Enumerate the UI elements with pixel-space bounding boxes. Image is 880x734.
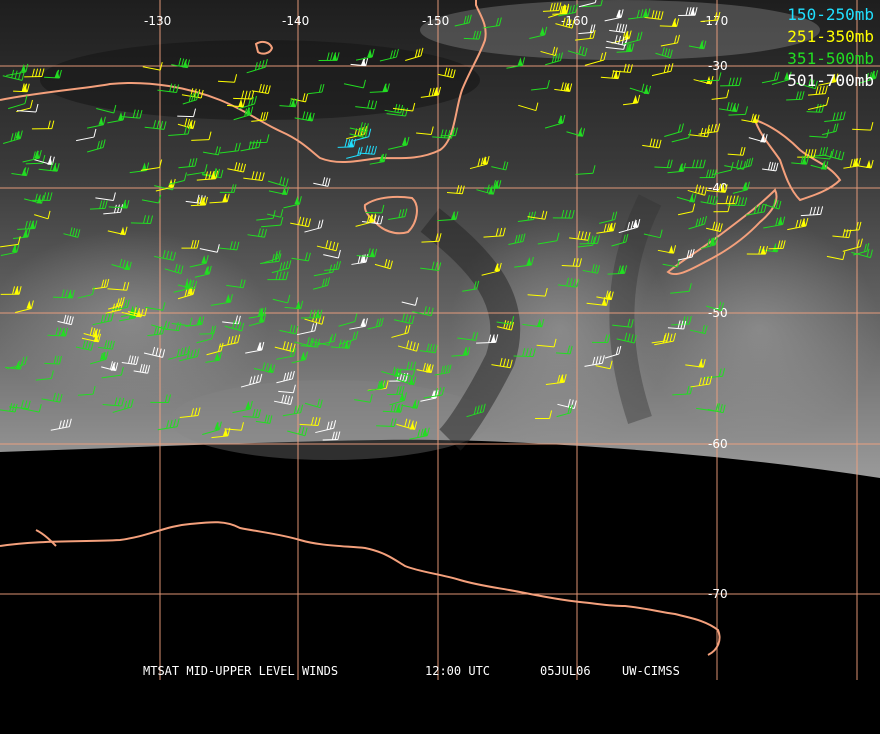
lat-label-40: -40 [708,181,728,195]
lon-label-130: -130 [144,14,171,28]
lon-label-150: -150 [422,14,449,28]
antarctica-coast [0,522,720,655]
legend-item-251-350mb: 251-350mb [787,26,874,48]
satellite-wind-map: -130 -140 -150 -160 -170 -30 -40 -50 -60… [0,0,880,680]
legend-item-351-500mb: 351-500mb [787,48,874,70]
legend-item-150-250mb: 150-250mb [787,4,874,26]
lat-label-70: -70 [708,587,728,601]
caption-source: UW-CIMSS [622,664,680,678]
legend-item-501-700mb: 501-700mb [787,70,874,92]
lat-label-50: -50 [708,306,728,320]
caption-title: MTSAT MID-UPPER LEVEL WINDS [143,664,338,678]
caption-date: 05JUL06 [540,664,591,678]
caption-bar: MTSAT MID-UPPER LEVEL WINDS 12:00 UTC 05… [0,664,880,734]
lat-label-30: -30 [708,59,728,73]
pressure-legend: 150-250mb 251-350mb 351-500mb 501-700mb [787,4,874,92]
caption-time: 12:00 UTC [425,664,490,678]
lat-label-60: -60 [708,437,728,451]
lon-label-140: -140 [282,14,309,28]
antarctica-inlet-coast [36,530,56,546]
